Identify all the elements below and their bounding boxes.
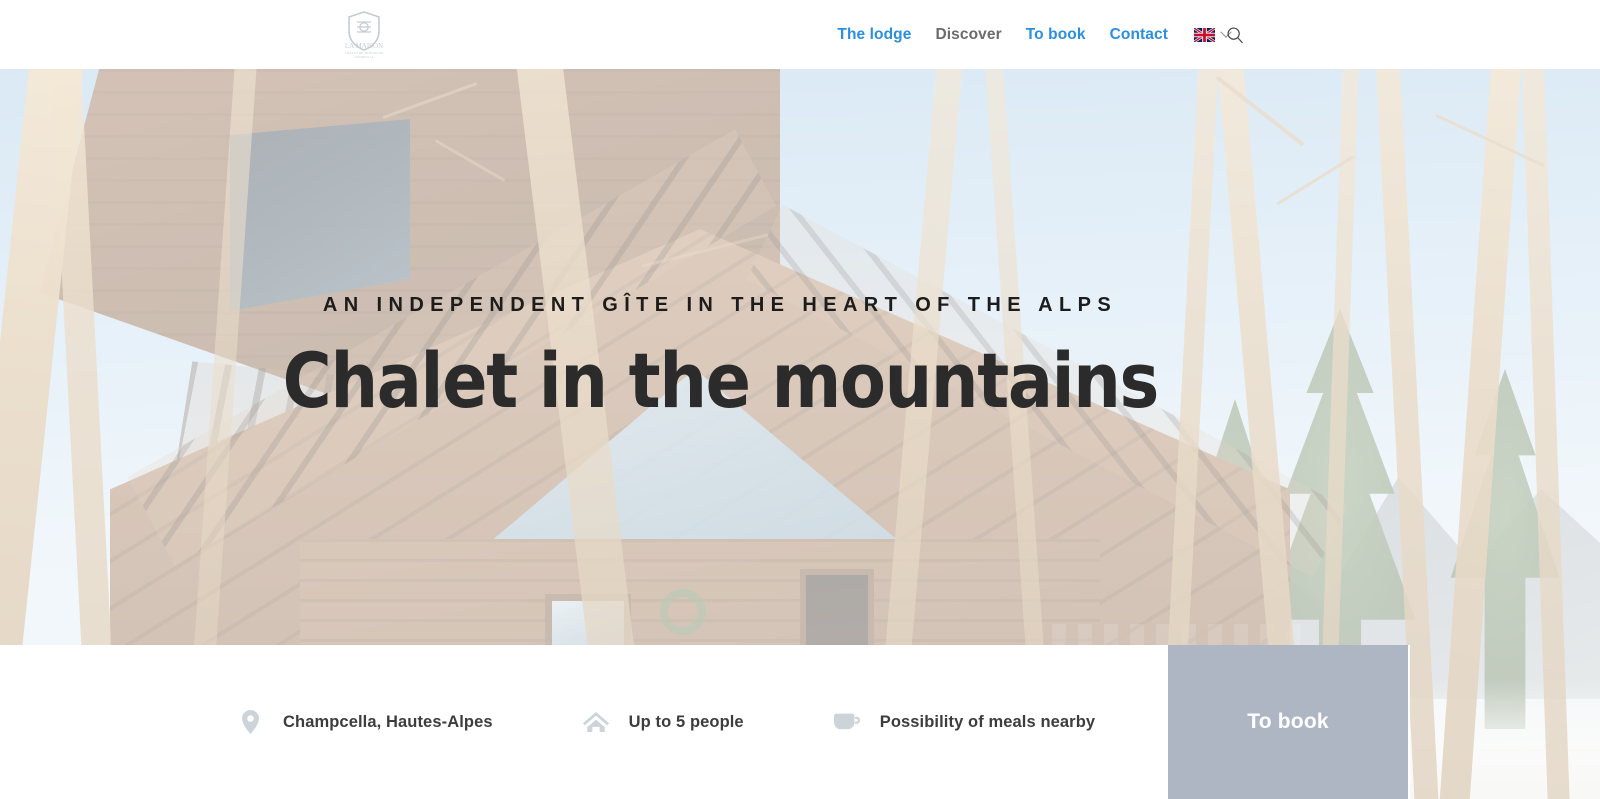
svg-text:LA MAISON: LA MAISON (345, 42, 383, 50)
nav-item-discover[interactable]: Discover (923, 0, 1013, 69)
crest-logo-icon: LA MAISON CHALET DE MONTAGNE CHAMPCELLA (345, 11, 384, 59)
hero-eyebrow: AN INDEPENDENT GÎTE IN THE HEART OF THE … (322, 294, 1118, 317)
svg-text:CHALET DE MONTAGNE: CHALET DE MONTAGNE (345, 51, 384, 55)
site-logo[interactable]: LA MAISON CHALET DE MONTAGNE CHAMPCELLA (340, 11, 388, 59)
page-title: Chalet in the mountains (282, 336, 1159, 426)
coffee-cup-icon (833, 708, 860, 736)
uk-flag-icon (1194, 27, 1215, 42)
nav-item-contact[interactable]: Contact (1098, 0, 1180, 69)
to-book-panel[interactable]: To book (1168, 645, 1408, 799)
info-item-meals: Possibility of meals nearby (833, 645, 1096, 799)
to-book-panel-label: To book (1247, 710, 1329, 733)
info-label: Champcella, Hautes-Alpes (283, 712, 493, 731)
search-icon (1227, 26, 1243, 43)
svg-text:CHAMPCELLA: CHAMPCELLA (355, 56, 374, 59)
search-button[interactable] (1218, 0, 1252, 69)
nav-item-the-lodge[interactable]: The lodge (825, 0, 923, 69)
home-icon (582, 708, 609, 736)
info-item-location: Champcella, Hautes-Alpes (237, 645, 493, 799)
site-header: LA MAISON CHALET DE MONTAGNE CHAMPCELLA … (0, 0, 1600, 69)
nav-item-to-book[interactable]: To book (1014, 0, 1098, 69)
main-navigation: The lodge Discover To book Contact (825, 0, 1240, 69)
map-pin-icon (237, 708, 263, 736)
info-label: Up to 5 people (628, 712, 744, 731)
hero-text-block: AN INDEPENDENT GÎTE IN THE HEART OF THE … (0, 69, 1440, 645)
info-label: Possibility of meals nearby (879, 712, 1096, 731)
info-item-capacity: Up to 5 people (582, 645, 744, 799)
